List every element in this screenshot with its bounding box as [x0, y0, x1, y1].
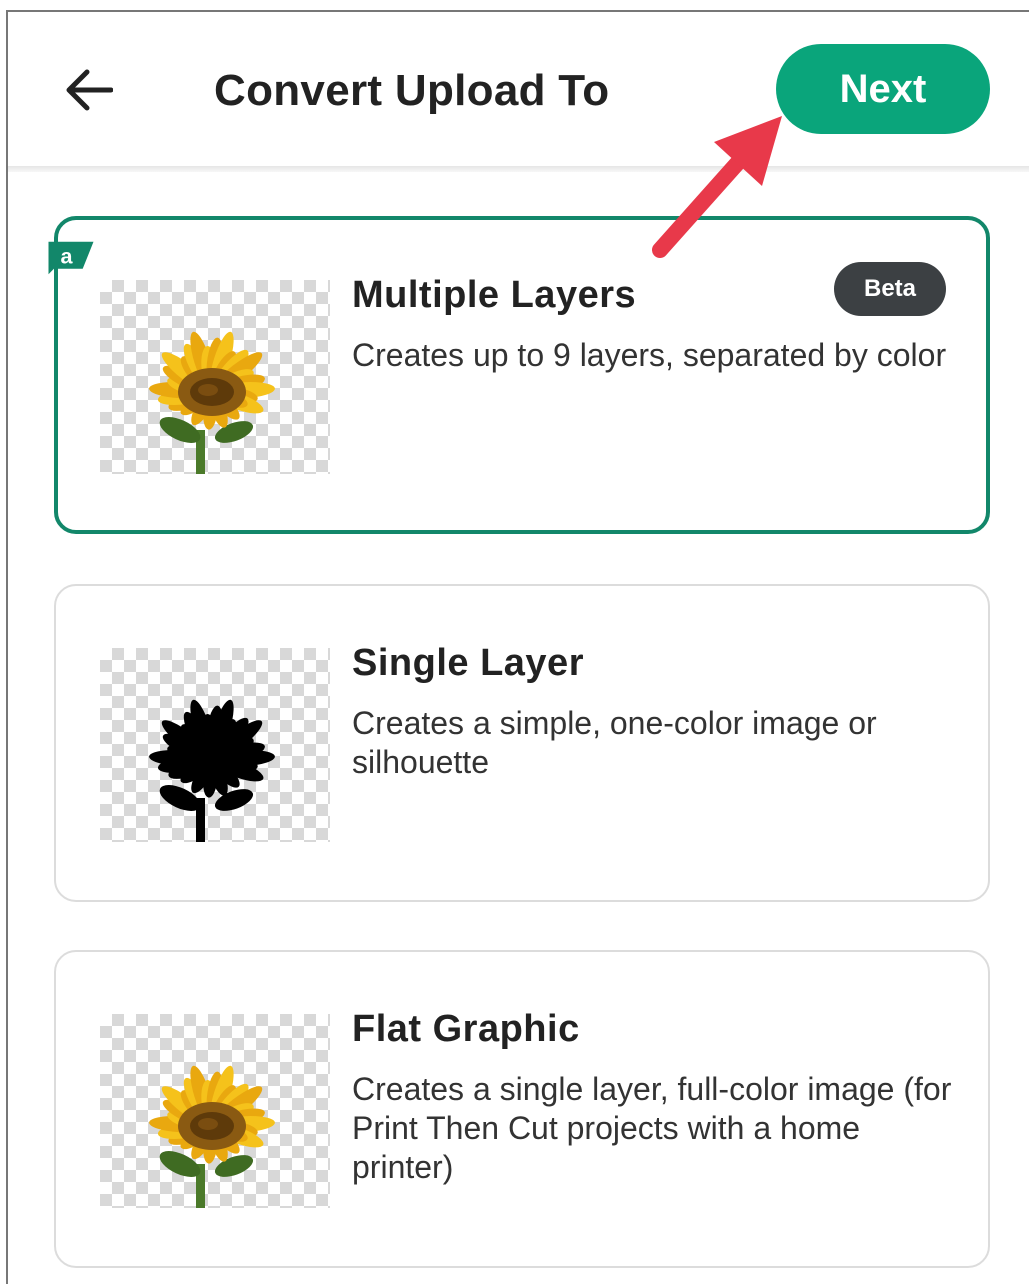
header-divider	[8, 166, 1029, 172]
sunflower-color-thumbnail	[100, 280, 330, 474]
sunflower-silhouette-thumbnail	[100, 648, 330, 842]
sunflower-color-thumbnail	[100, 1014, 330, 1208]
option-description: Creates up to 9 layers, separated by col…	[352, 337, 947, 373]
option-title: Flat Graphic	[352, 1008, 580, 1050]
option-card-single-layer[interactable]: Single Layer Creates a simple, one-color…	[54, 584, 990, 902]
option-card-multiple-layers[interactable]: Multiple Layers Creates up to 9 layers, …	[54, 216, 990, 534]
option-description: Creates a simple, one-color image or sil…	[352, 705, 877, 780]
sunflower-silhouette-image	[149, 699, 275, 842]
next-button[interactable]: Next	[776, 44, 990, 134]
arrow-left-icon	[66, 69, 113, 111]
option-title: Multiple Layers	[352, 274, 637, 316]
option-description: Creates a single layer, full-color image…	[352, 1071, 952, 1185]
page-title: Convert Upload To	[214, 66, 610, 115]
sunflower-color-image	[149, 1065, 275, 1208]
sunflower-color-image	[149, 331, 275, 474]
selected-corner-badge: a	[48, 241, 94, 275]
corner-badge-letter: a	[60, 243, 73, 268]
option-card-flat-graphic[interactable]: Flat Graphic Creates a single layer, ful…	[54, 950, 990, 1268]
back-button[interactable]	[58, 62, 118, 118]
option-title: Single Layer	[352, 642, 584, 684]
beta-badge: Beta	[834, 262, 946, 316]
